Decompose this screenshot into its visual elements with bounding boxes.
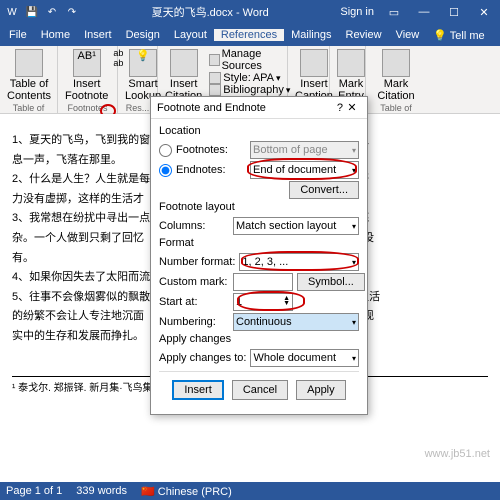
apply-button[interactable]: Apply [296, 380, 346, 400]
numbering-select[interactable]: Continuous▾ [233, 313, 359, 331]
mark-entry-button[interactable]: Mark Entry [335, 48, 367, 103]
tab-tellme[interactable]: 💡 Tell me [426, 29, 491, 42]
tab-mailings[interactable]: Mailings [284, 29, 338, 41]
radio-footnotes[interactable] [159, 144, 172, 157]
insert-caption-button[interactable]: Insert Caption [293, 48, 335, 103]
columns-select[interactable]: Match section layout▾ [233, 217, 359, 235]
symbol-button[interactable]: Symbol... [297, 273, 365, 291]
footnotes-pos-select: Bottom of page▾ [250, 141, 359, 159]
mark-citation-button[interactable]: Mark Citation [371, 48, 421, 103]
toc-button[interactable]: Table of Contents [5, 48, 53, 103]
tab-view[interactable]: View [389, 29, 427, 41]
tab-design[interactable]: Design [119, 29, 167, 41]
section-location: Location [159, 125, 359, 137]
section-apply: Apply changes [159, 333, 359, 345]
section-format: Format [159, 237, 359, 249]
status-words[interactable]: 339 words [76, 485, 127, 497]
number-format-select[interactable]: 1, 2, 3, ...▾ [239, 253, 359, 271]
convert-button[interactable]: Convert... [289, 181, 359, 199]
style-dropdown[interactable]: Style: APA ▾ [207, 72, 292, 84]
tab-layout[interactable]: Layout [167, 29, 214, 41]
redo-icon[interactable]: ↷ [64, 4, 80, 20]
bibliography-button[interactable]: Bibliography ▾ [207, 84, 292, 96]
status-lang[interactable]: 🇨🇳 Chinese (PRC) [141, 485, 232, 498]
radio-endnotes[interactable] [159, 164, 172, 177]
footnote-endnote-dialog: Footnote and Endnote ? ✕ Location Footno… [150, 96, 368, 415]
ribbon-opts-icon[interactable]: ▭ [382, 6, 406, 19]
insert-footnote-button[interactable]: AB¹Insert Footnote [63, 48, 110, 103]
maximize-icon[interactable]: ☐ [442, 6, 466, 19]
group-research: Res... [123, 103, 152, 113]
undo-icon[interactable]: ↶ [44, 4, 60, 20]
cancel-button[interactable]: Cancel [232, 380, 288, 400]
tab-file[interactable]: File [2, 29, 34, 41]
tab-insert[interactable]: Insert [77, 29, 119, 41]
word-icon: W [4, 4, 20, 20]
group-footnotes: Footnotes [63, 103, 112, 113]
tab-references[interactable]: References [214, 29, 284, 41]
close-icon[interactable]: ✕ [472, 6, 496, 19]
status-page[interactable]: Page 1 of 1 [6, 485, 62, 497]
insert-button[interactable]: Insert [172, 380, 224, 400]
dialog-close-icon[interactable]: ✕ [343, 101, 361, 114]
watermark: www.jb51.net [425, 448, 490, 460]
signin-link[interactable]: Sign in [340, 6, 374, 18]
minimize-icon[interactable]: ― [412, 6, 436, 19]
custom-mark-input[interactable] [233, 273, 293, 291]
dialog-title: Footnote and Endnote [157, 102, 337, 114]
save-icon[interactable]: 💾 [24, 4, 40, 20]
endnotes-pos-select[interactable]: End of document▾ [250, 161, 359, 179]
insert-citation-button[interactable]: Insert Citation [163, 48, 204, 103]
doc-title: 夏天的飞鸟.docx - Word [80, 4, 340, 20]
start-at-input[interactable]: 1▲▼ [233, 293, 293, 311]
manage-sources-button[interactable]: Manage Sources [207, 48, 292, 72]
apply-to-select[interactable]: Whole document▾ [250, 349, 359, 367]
tab-review[interactable]: Review [339, 29, 389, 41]
tab-home[interactable]: Home [34, 29, 77, 41]
section-fnlayout: Footnote layout [159, 201, 359, 213]
